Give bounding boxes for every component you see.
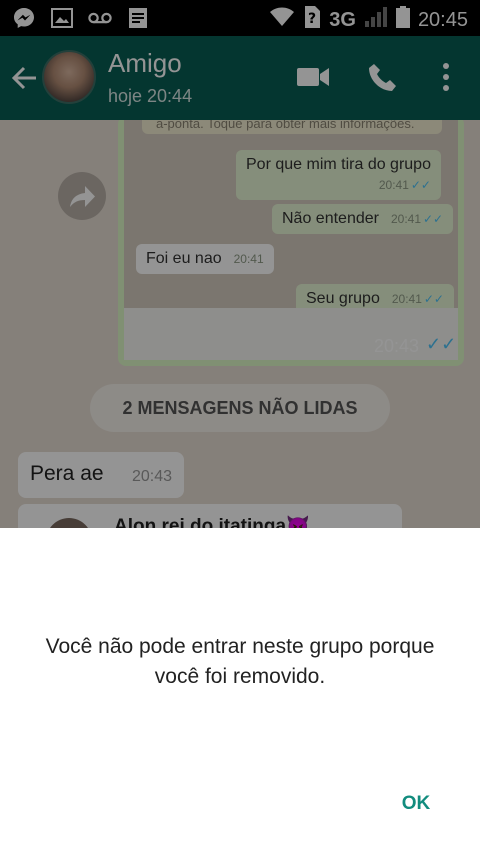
message-text: Seu grupo <box>306 290 380 307</box>
message-time: 20:41 <box>233 252 264 266</box>
screenshot-message: Por que mim tira do grupo 20:41 ✓✓ <box>236 150 441 200</box>
back-arrow-icon[interactable] <box>10 64 38 92</box>
forward-button[interactable] <box>58 172 106 220</box>
network-type: 3G <box>329 8 356 31</box>
encryption-notice: a-ponta. Toque para obter mais informaçõ… <box>142 120 442 134</box>
chat-header: Amigo hoje 20:44 <box>0 36 480 120</box>
message-text: Por que mim tira do grupo <box>246 156 431 173</box>
sim-unknown-icon: ? <box>303 5 321 35</box>
video-call-icon[interactable] <box>296 62 330 92</box>
read-tick-icon: ✓✓ <box>423 212 444 226</box>
svg-text:?: ? <box>308 11 316 27</box>
unread-messages-divider: 2 MENSAGENS NÃO LIDAS <box>90 384 390 432</box>
message-time: 20:43 <box>374 336 420 356</box>
message-time: 20:43 <box>132 468 173 485</box>
chat-area[interactable]: a-ponta. Toque para obter mais informaçõ… <box>0 120 480 528</box>
dialog-message: Você não pode entrar neste grupo porque … <box>45 635 435 688</box>
battery-icon <box>395 6 410 34</box>
read-tick-icon: ✓✓ <box>423 292 444 306</box>
alert-dialog: Você não pode entrar neste grupo porque … <box>0 528 480 854</box>
status-bar: ? 3G 20:45 <box>0 0 480 36</box>
forward-icon <box>70 186 95 207</box>
message-time: 20:41 <box>390 212 421 226</box>
ok-button[interactable]: OK <box>386 784 446 824</box>
screenshot-message: Foi eu nao 20:41 <box>136 244 274 274</box>
messenger-icon <box>12 6 36 30</box>
last-seen: hoje 20:44 <box>108 86 193 106</box>
message-text: Foi eu nao <box>146 250 222 267</box>
message-time: 20:41 <box>391 292 422 306</box>
phone-icon[interactable] <box>368 62 402 92</box>
voicemail-icon <box>88 6 112 30</box>
notes-icon <box>126 6 150 30</box>
forwarded-screenshot[interactable]: a-ponta. Toque para obter mais informaçõ… <box>124 120 458 308</box>
status-time: 20:45 <box>417 8 468 31</box>
message-text: Não entender <box>282 210 379 227</box>
contact-name[interactable]: Amigo <box>108 48 182 79</box>
screenshot-message: Seu grupo 20:41 ✓✓ <box>296 284 454 308</box>
incoming-message[interactable]: Alon rei do itatinga😈 <box>18 504 402 528</box>
sender-name: Alon rei do itatinga😈 <box>114 516 310 528</box>
more-vert-icon[interactable] <box>434 62 458 92</box>
avatar <box>46 518 92 528</box>
avatar[interactable] <box>42 50 96 104</box>
image-icon <box>50 6 74 30</box>
message-time: 20:41 <box>378 178 409 192</box>
screenshot-message: Não entender 20:41 ✓✓ <box>272 204 454 234</box>
incoming-message[interactable]: Pera ae 20:43 <box>18 452 184 498</box>
read-tick-icon: ✓✓ <box>426 334 457 354</box>
read-tick-icon: ✓✓ <box>410 178 431 192</box>
signal-icon <box>364 6 388 34</box>
wifi-icon <box>269 7 295 33</box>
message-text: Pera ae <box>30 462 104 485</box>
